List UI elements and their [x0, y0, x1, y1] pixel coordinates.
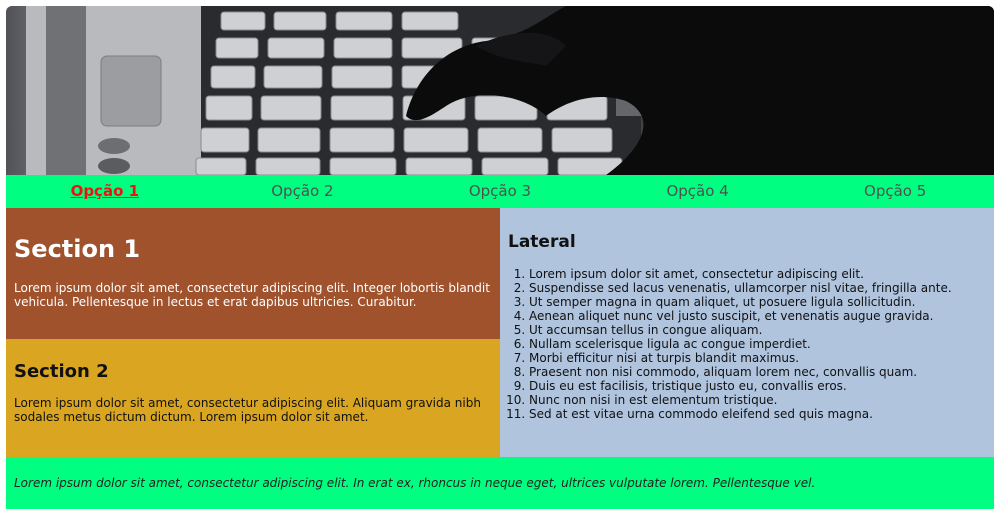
list-item: Duis eu est facilisis, tristique justo e…	[529, 379, 986, 393]
list-item: Suspendisse sed lacus venenatis, ullamco…	[529, 281, 986, 295]
section-1-title: Section 1	[14, 235, 141, 263]
lateral-list: Lorem ipsum dolor sit amet, consectetur …	[508, 267, 986, 421]
nav-item-opcao-4[interactable]: Opção 4	[599, 175, 797, 208]
list-item: Praesent non nisi commodo, aliquam lorem…	[529, 365, 986, 379]
list-item: Nullam scelerisque ligula ac congue impe…	[529, 337, 986, 351]
list-item: Morbi efficitur nisi at turpis blandit m…	[529, 351, 986, 365]
sidebar-lateral: Lateral Lorem ipsum dolor sit amet, cons…	[500, 208, 994, 457]
list-item: Sed at est vitae urna commodo eleifend s…	[529, 407, 986, 421]
page: Opção 1 Opção 2 Opção 3 Opção 4 Opção 5 …	[6, 6, 994, 509]
section-2: Section 2 Lorem ipsum dolor sit amet, co…	[6, 339, 500, 457]
list-item: Nunc non nisi in est elementum tristique…	[529, 393, 986, 407]
section-2-title: Section 2	[14, 361, 109, 382]
section-1: Section 1 Lorem ipsum dolor sit amet, co…	[6, 208, 500, 339]
header-image	[6, 6, 994, 175]
list-item: Ut accumsan tellus in congue aliquam.	[529, 323, 986, 337]
footer-text: Lorem ipsum dolor sit amet, consectetur …	[14, 476, 816, 490]
nav-item-opcao-5[interactable]: Opção 5	[796, 175, 994, 208]
section-2-text: Lorem ipsum dolor sit amet, consectetur …	[14, 396, 481, 424]
laptop-keyboard-photo-icon	[26, 6, 994, 175]
main-nav: Opção 1 Opção 2 Opção 3 Opção 4 Opção 5	[6, 175, 994, 208]
lateral-title: Lateral	[508, 232, 576, 252]
nav-item-opcao-3[interactable]: Opção 3	[401, 175, 599, 208]
list-item: Lorem ipsum dolor sit amet, consectetur …	[529, 267, 986, 281]
main-column: Section 1 Lorem ipsum dolor sit amet, co…	[6, 208, 500, 457]
content-grid: Section 1 Lorem ipsum dolor sit amet, co…	[6, 208, 994, 457]
nav-item-opcao-2[interactable]: Opção 2	[204, 175, 402, 208]
section-1-text: Lorem ipsum dolor sit amet, consectetur …	[14, 281, 490, 309]
list-item: Ut semper magna in quam aliquet, ut posu…	[529, 295, 986, 309]
list-item: Aenean aliquet nunc vel justo suscipit, …	[529, 309, 986, 323]
nav-item-opcao-1[interactable]: Opção 1	[6, 175, 204, 208]
page-footer: Lorem ipsum dolor sit amet, consectetur …	[6, 457, 994, 509]
